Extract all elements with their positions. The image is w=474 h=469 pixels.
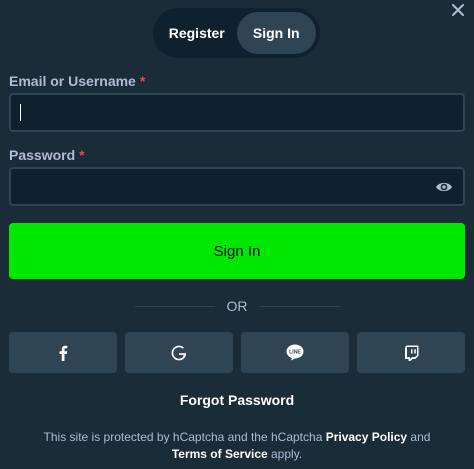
auth-toggle: Register Sign In [153,8,320,58]
captcha-notice: This site is protected by hCaptcha and t… [0,429,474,463]
show-password-button[interactable] [433,177,455,197]
divider-line [134,305,215,307]
email-label-text: Email or Username [9,73,136,89]
forgot-password-link[interactable]: Forgot Password [180,392,294,408]
auth-modal: Register Sign In Email or Username * Pass… [0,0,474,469]
twitch-login-button[interactable] [357,332,465,373]
terms-of-service-link[interactable]: Terms of Service [172,447,268,461]
google-icon [171,345,187,360]
password-field-wrapper [9,167,465,206]
notice-text-and: and [407,430,431,444]
email-field[interactable] [11,95,463,130]
google-login-button[interactable] [125,332,233,373]
or-divider: OR [0,297,474,315]
social-login-row: LINE [9,332,465,373]
sign-in-button[interactable]: Sign In [9,223,465,279]
line-icon: LINE [286,344,304,361]
svg-text:LINE: LINE [289,350,301,356]
privacy-policy-link[interactable]: Privacy Policy [326,430,407,444]
notice-text-after: apply. [267,447,303,461]
forgot-password-row: Forgot Password [0,392,474,408]
required-marker: * [79,147,85,163]
eye-icon [436,182,452,192]
twitch-icon [404,345,418,361]
line-login-button[interactable]: LINE [241,332,349,373]
facebook-login-button[interactable] [9,332,117,373]
password-label: Password * [9,147,85,163]
divider-line [259,305,340,307]
facebook-icon [59,345,68,361]
close-icon [452,4,464,16]
password-field[interactable] [11,169,463,204]
email-label: Email or Username * [9,73,145,89]
text-caret [20,104,21,121]
close-button[interactable] [448,0,468,20]
notice-text: This site is protected by hCaptcha and t… [43,430,326,444]
tab-register[interactable]: Register [157,12,237,54]
email-field-wrapper [9,93,465,132]
required-marker: * [139,73,146,89]
or-text: OR [226,298,248,314]
tab-sign-in[interactable]: Sign In [236,12,316,54]
password-label-text: Password [9,147,76,163]
